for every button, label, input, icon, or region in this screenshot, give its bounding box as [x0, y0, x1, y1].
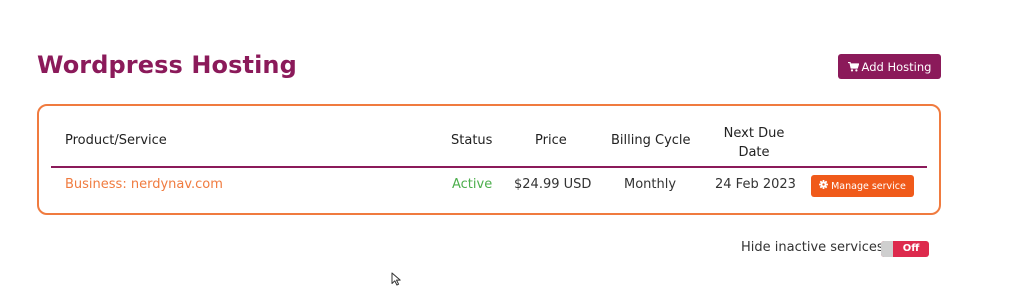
toggle-state-label: Off [902, 243, 920, 254]
mouse-cursor-icon [391, 271, 403, 290]
hide-inactive-toggle[interactable]: Off [881, 241, 929, 257]
price-value: $24.99 USD [514, 177, 592, 192]
gear-icon [819, 180, 829, 192]
add-hosting-label: Add Hosting [861, 59, 932, 74]
header-status: Status [451, 133, 493, 148]
header-price: Price [535, 133, 567, 148]
services-table: Product/Service Status Price Billing Cyc… [37, 104, 941, 215]
header-next-due-line1: Next Due [723, 126, 785, 141]
header-next-due-line2: Date [738, 145, 770, 160]
header-billing-cycle: Billing Cycle [611, 133, 691, 148]
header-divider [51, 166, 927, 168]
header-next-due-date: Next Due Date [709, 124, 799, 162]
page-title: Wordpress Hosting [37, 51, 297, 79]
cart-icon [847, 61, 859, 72]
next-due-date-value: 24 Feb 2023 [715, 177, 796, 192]
toggle-knob [881, 241, 893, 257]
manage-service-label: Manage service [831, 180, 906, 192]
header-product: Product/Service [65, 133, 167, 148]
manage-service-button[interactable]: Manage service [811, 175, 914, 197]
product-link[interactable]: Business: nerdynav.com [65, 177, 223, 192]
billing-cycle-value: Monthly [624, 177, 677, 192]
hide-inactive-label: Hide inactive services [741, 240, 884, 255]
status-badge: Active [452, 177, 493, 192]
add-hosting-button[interactable]: Add Hosting [838, 54, 941, 79]
